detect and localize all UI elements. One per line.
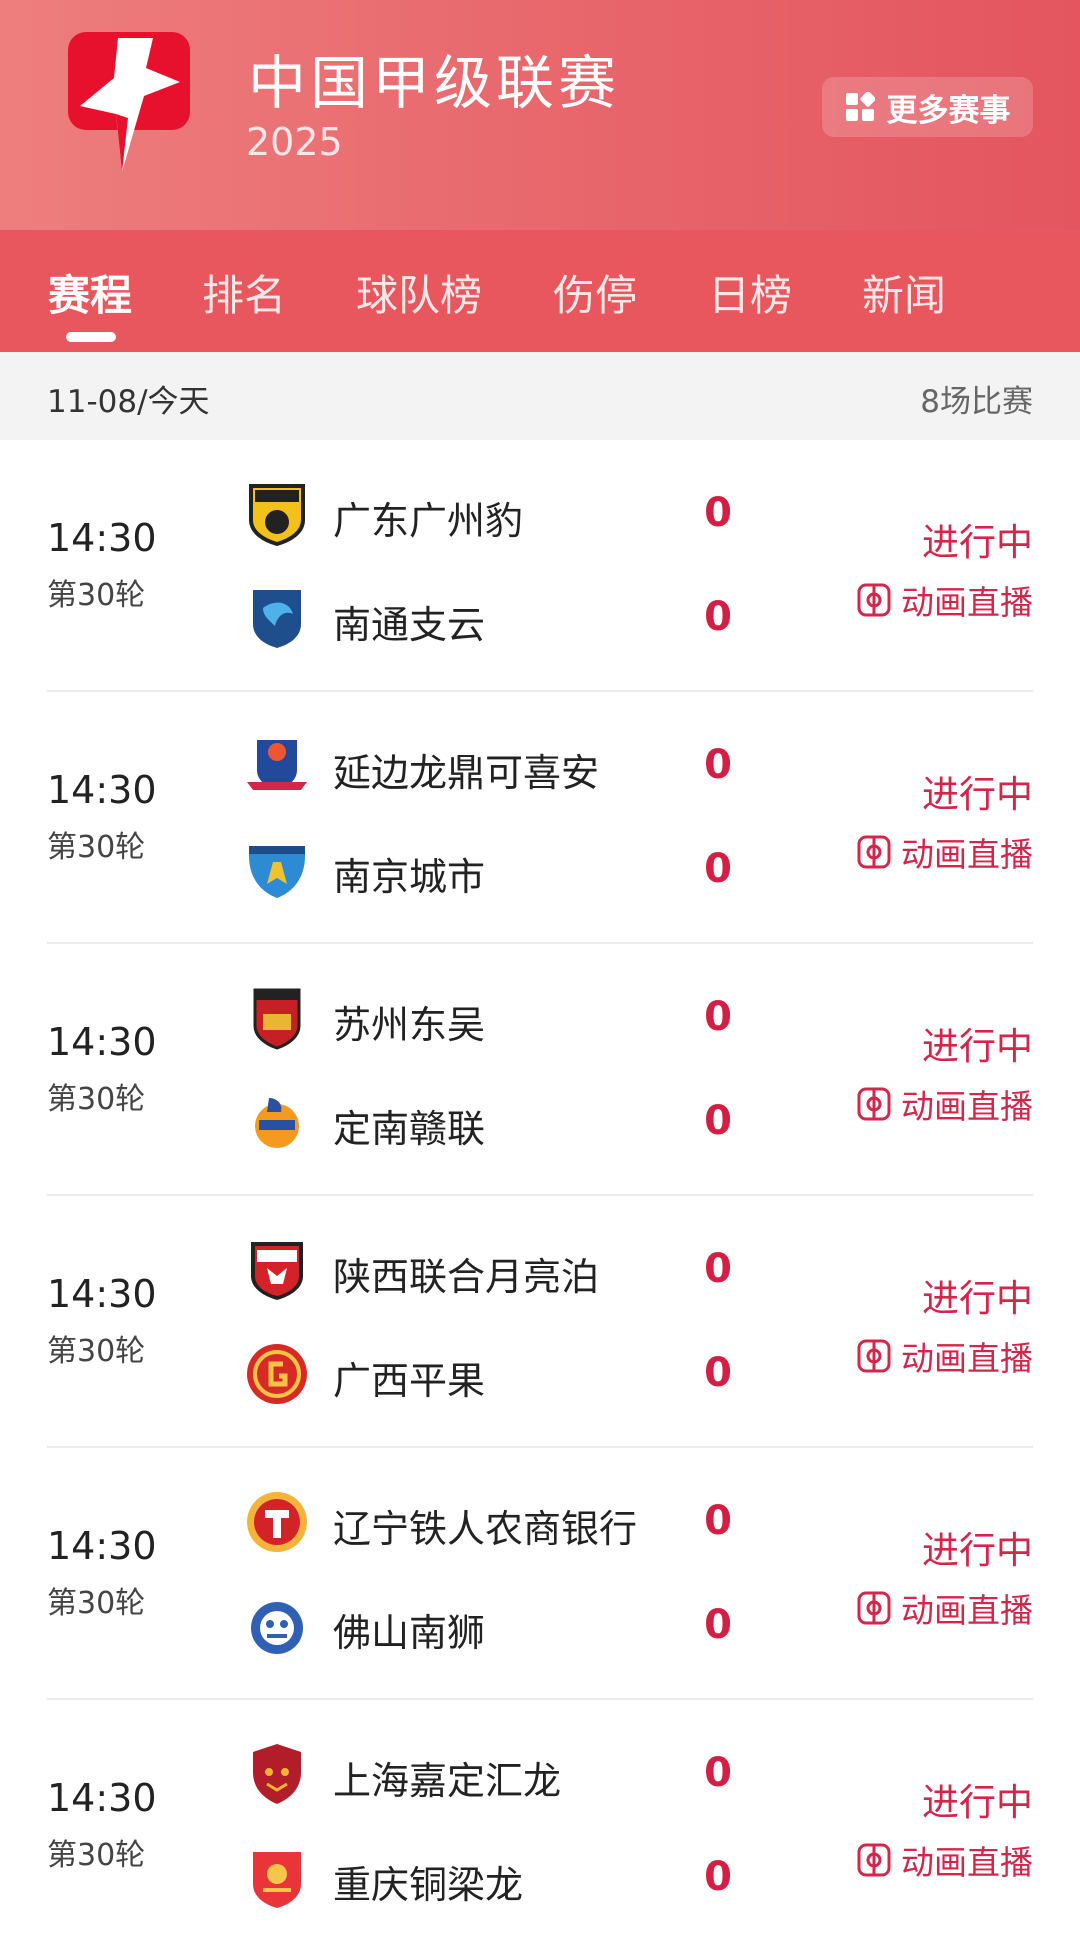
live-animation-link[interactable]: 动画直播 (857, 828, 1033, 876)
pitch-icon (857, 1087, 891, 1121)
pitch-icon (857, 1591, 891, 1625)
home-team-name: 苏州东吴 (333, 1003, 486, 1047)
match-row[interactable]: 14:30 第30轮 陕西联合月亮泊 0 广西平果 0 进行中 动画直播 (0, 1196, 1080, 1448)
home-score: 0 (704, 1750, 732, 1796)
away-team-name: 广西平果 (333, 1359, 486, 1403)
match-round: 第30轮 (47, 1334, 146, 1369)
home-score: 0 (704, 490, 732, 536)
tab-injuries[interactable]: 伤停 (553, 262, 637, 323)
match-row[interactable]: 14:30 第30轮 辽宁铁人农商银行 0 佛山南狮 0 进行中 动画直播 (0, 1448, 1080, 1700)
match-count: 8场比赛 (920, 384, 1033, 420)
match-row[interactable]: 14:30 第30轮 苏州东吴 0 定南赣联 0 进行中 动画直播 (0, 944, 1080, 1196)
pitch-icon (857, 1339, 891, 1373)
tab-team-rank[interactable]: 球队榜 (356, 262, 482, 323)
grid-icon (845, 92, 875, 121)
live-animation-link[interactable]: 动画直播 (857, 1584, 1033, 1632)
home-score: 0 (704, 994, 732, 1040)
team-logo-icon (251, 1242, 303, 1300)
match-time: 14:30 (47, 1272, 157, 1316)
match-time: 14:30 (47, 1524, 157, 1568)
home-score: 0 (704, 1498, 732, 1544)
live-animation-label: 动画直播 (901, 1339, 1033, 1378)
pitch-icon (857, 1843, 891, 1877)
match-row[interactable]: 14:30 第30轮 上海嘉定汇龙 0 重庆铜梁龙 0 进行中 动画直播 (0, 1700, 1080, 1952)
away-score: 0 (704, 1350, 732, 1396)
home-team-name: 广东广州豹 (333, 499, 524, 543)
match-row[interactable]: 14:30 第30轮 广东广州豹 0 南通支云 0 进行中 动画直播 (0, 440, 1080, 692)
team-logo-icon (247, 740, 307, 790)
match-row[interactable]: 14:30 第30轮 延边龙鼎可喜安 0 南京城市 0 进行中 动画直播 (0, 692, 1080, 944)
live-animation-label: 动画直播 (901, 1591, 1033, 1630)
more-competitions-button[interactable]: 更多赛事 (822, 77, 1033, 137)
team-logo-icon (253, 590, 301, 648)
away-score: 0 (704, 1098, 732, 1144)
match-time: 14:30 (47, 1020, 157, 1064)
match-round: 第30轮 (47, 1838, 146, 1873)
match-status: 进行中 (922, 773, 1033, 816)
match-status: 进行中 (922, 1529, 1033, 1572)
away-team-name: 南通支云 (333, 603, 486, 647)
home-team-name: 陕西联合月亮泊 (333, 1255, 600, 1299)
match-status: 进行中 (922, 1025, 1033, 1068)
live-animation-link[interactable]: 动画直播 (857, 1332, 1033, 1380)
match-status: 进行中 (922, 1277, 1033, 1320)
competition-logo-icon (68, 32, 190, 172)
tab-schedule[interactable]: 赛程 (48, 262, 132, 323)
away-score: 0 (704, 1854, 732, 1900)
date-label: 11-08/今天 (47, 384, 210, 420)
live-animation-link[interactable]: 动画直播 (857, 1080, 1033, 1128)
match-round: 第30轮 (47, 1082, 146, 1117)
live-animation-label: 动画直播 (901, 1087, 1033, 1126)
team-logo-icon (253, 1744, 301, 1804)
tab-ranking[interactable]: 排名 (202, 262, 286, 323)
team-logo-icon (249, 484, 305, 546)
away-team-name: 重庆铜梁龙 (333, 1863, 524, 1907)
home-score: 0 (704, 742, 732, 788)
page-title: 中国甲级联赛 (248, 49, 621, 117)
season-year: 2025 (246, 120, 343, 164)
more-competitions-label: 更多赛事 (886, 92, 1011, 129)
away-score: 0 (704, 1602, 732, 1648)
live-animation-label: 动画直播 (901, 1843, 1033, 1882)
pitch-icon (857, 583, 891, 617)
tab-daily-rank[interactable]: 日榜 (708, 262, 792, 323)
match-time: 14:30 (47, 516, 157, 560)
match-time: 14:30 (47, 1776, 157, 1820)
team-logo-icon (247, 1344, 307, 1404)
home-score: 0 (704, 1246, 732, 1292)
away-score: 0 (704, 846, 732, 892)
home-team-name: 上海嘉定汇龙 (333, 1759, 562, 1803)
active-tab-indicator (66, 332, 116, 342)
match-round: 第30轮 (47, 578, 146, 613)
team-logo-icon (255, 1098, 299, 1148)
team-logo-icon (253, 1852, 301, 1908)
pitch-icon (857, 835, 891, 869)
match-round: 第30轮 (47, 830, 146, 865)
away-score: 0 (704, 594, 732, 640)
live-animation-link[interactable]: 动画直播 (857, 1836, 1033, 1884)
team-logo-icon (249, 846, 305, 898)
away-team-name: 定南赣联 (333, 1107, 486, 1151)
match-round: 第30轮 (47, 1586, 146, 1621)
tab-news[interactable]: 新闻 (862, 262, 946, 323)
live-animation-label: 动画直播 (901, 583, 1033, 622)
live-animation-label: 动画直播 (901, 835, 1033, 874)
team-logo-icon (253, 988, 301, 1050)
match-time: 14:30 (47, 768, 157, 812)
home-team-name: 辽宁铁人农商银行 (333, 1507, 638, 1551)
match-status: 进行中 (922, 521, 1033, 564)
team-logo-icon (251, 1602, 303, 1654)
away-team-name: 佛山南狮 (333, 1611, 486, 1655)
home-team-name: 延边龙鼎可喜安 (333, 751, 600, 795)
away-team-name: 南京城市 (333, 855, 486, 899)
live-animation-link[interactable]: 动画直播 (857, 576, 1033, 624)
team-logo-icon (247, 1492, 307, 1552)
match-status: 进行中 (922, 1781, 1033, 1824)
